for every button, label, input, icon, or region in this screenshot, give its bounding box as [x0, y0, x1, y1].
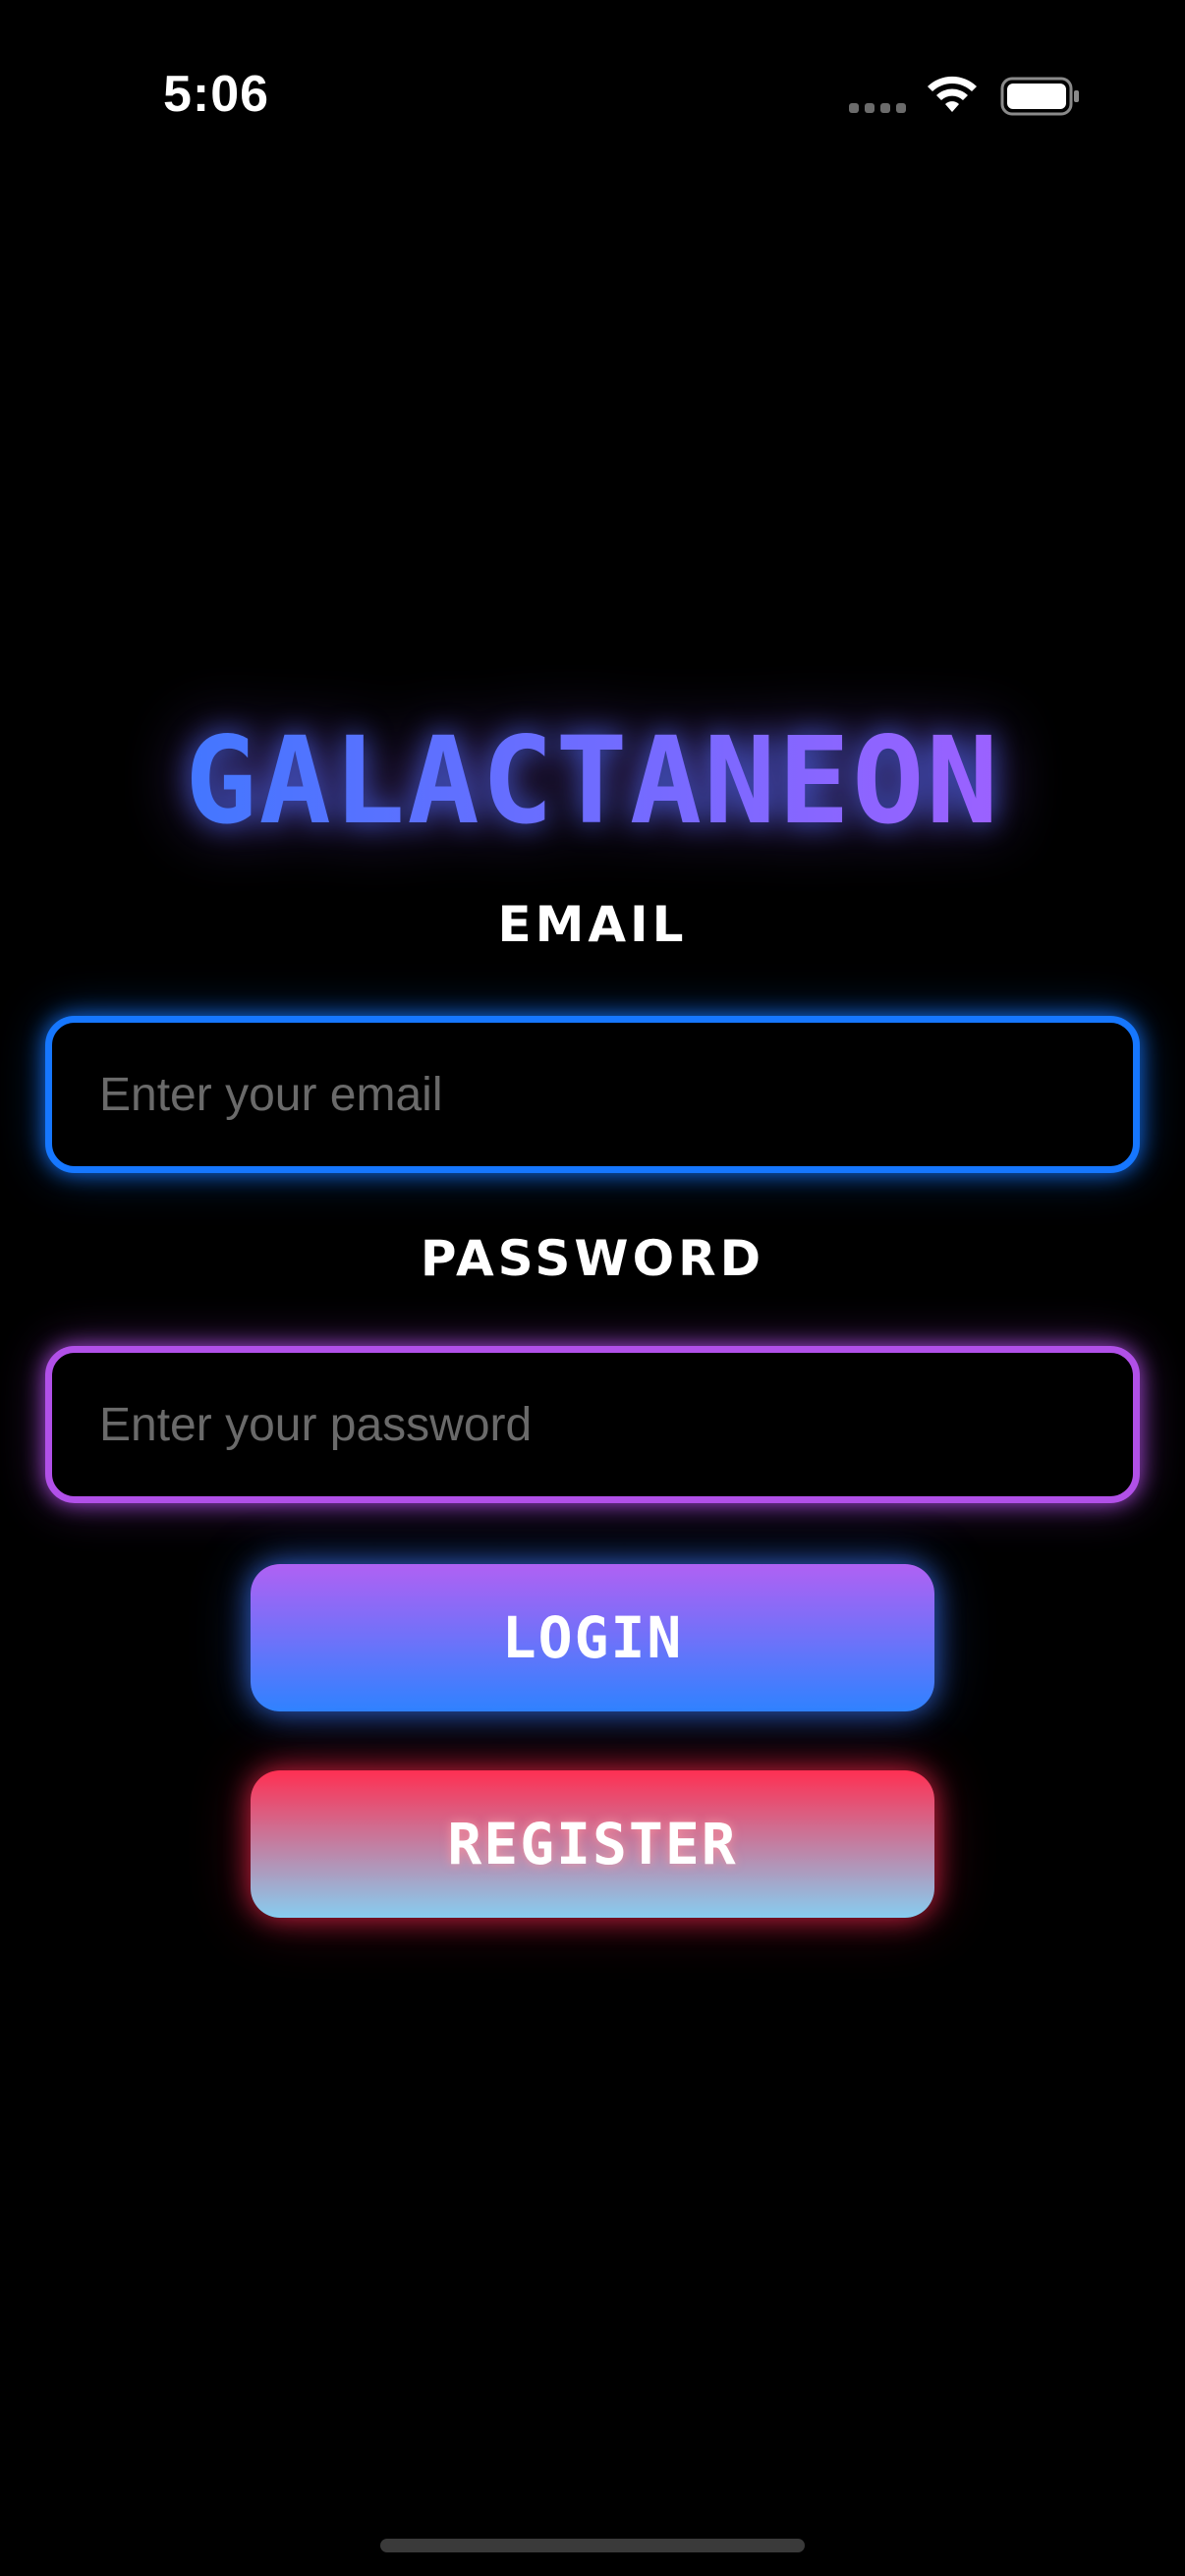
app-title: GALACTANEON	[0, 707, 1185, 855]
battery-icon	[1000, 77, 1079, 116]
password-label: PASSWORD	[420, 1230, 765, 1287]
wifi-icon	[928, 76, 977, 112]
home-indicator[interactable]	[380, 2539, 805, 2552]
password-field-container[interactable]	[45, 1346, 1140, 1503]
password-input[interactable]	[52, 1353, 1133, 1496]
signal-dots-icon	[849, 103, 908, 113]
email-label: EMAIL	[497, 896, 688, 953]
login-button[interactable]: LOGIN	[251, 1564, 934, 1711]
register-button[interactable]: REGISTER	[251, 1770, 934, 1918]
email-field-container[interactable]	[45, 1016, 1140, 1173]
status-time: 5:06	[163, 66, 270, 123]
email-input[interactable]	[52, 1023, 1133, 1166]
